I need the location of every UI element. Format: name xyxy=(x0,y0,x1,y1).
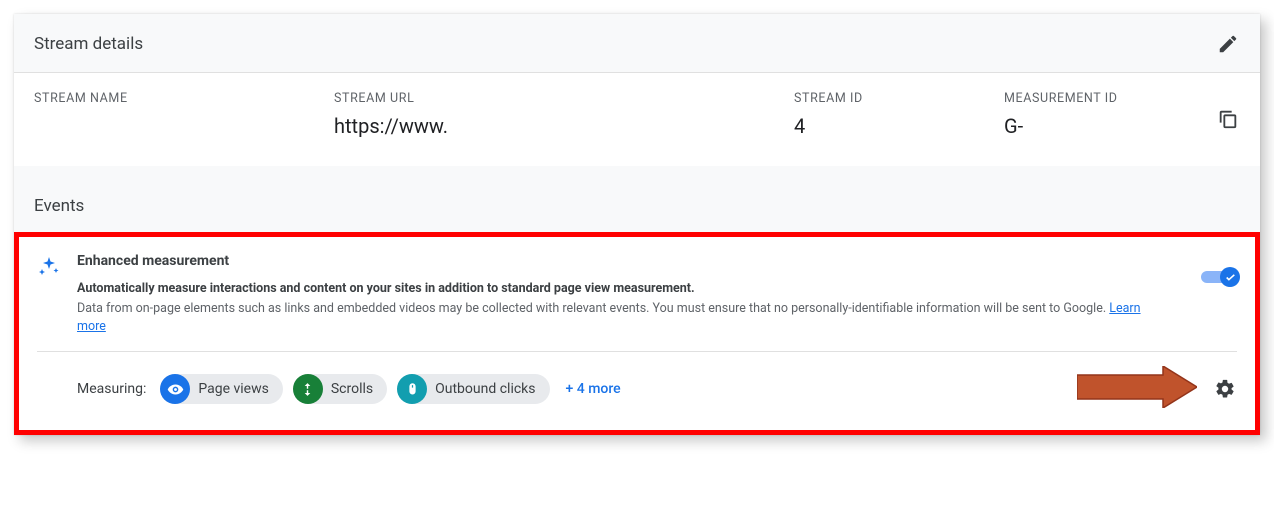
stream-details-title: Stream details xyxy=(34,34,143,54)
events-title: Events xyxy=(34,196,84,216)
edit-icon[interactable] xyxy=(1216,32,1240,56)
chip-outbound-clicks: Outbound clicks xyxy=(397,374,549,404)
chip-scrolls-label: Scrolls xyxy=(331,381,373,397)
measuring-row: Measuring: Page views Scrolls Outbound c… xyxy=(37,352,1237,418)
eye-icon xyxy=(160,374,190,404)
copy-icon[interactable] xyxy=(1216,107,1240,131)
measuring-label: Measuring: xyxy=(77,381,146,397)
measurement-id-value: G- xyxy=(1004,114,1118,138)
more-chips-link[interactable]: + 4 more xyxy=(566,381,621,397)
callout-arrow xyxy=(1077,366,1197,412)
stream-id-label: STREAM ID xyxy=(794,91,1004,106)
mouse-icon xyxy=(397,374,427,404)
enhanced-measurement-description: Data from on-page elements such as links… xyxy=(77,300,1169,335)
enhanced-measurement-subtitle: Automatically measure interactions and c… xyxy=(77,281,1169,296)
chip-page-views-label: Page views xyxy=(198,381,269,397)
sparkle-icon xyxy=(37,253,65,283)
gear-icon[interactable] xyxy=(1213,377,1237,401)
chip-page-views: Page views xyxy=(160,374,283,404)
chip-scrolls: Scrolls xyxy=(293,374,387,404)
enhanced-measurement-card: Enhanced measurement Automatically measu… xyxy=(14,232,1260,435)
chip-outbound-clicks-label: Outbound clicks xyxy=(435,381,535,397)
stream-details-header: Stream details xyxy=(14,14,1260,73)
events-header: Events xyxy=(14,178,1260,232)
stream-url-value: https://www. xyxy=(334,114,794,138)
stream-details-body: STREAM NAME STREAM URL https://www. STRE… xyxy=(14,73,1260,166)
enhanced-measurement-toggle[interactable] xyxy=(1201,267,1237,287)
scroll-icon xyxy=(293,374,323,404)
measurement-id-label: MEASUREMENT ID xyxy=(1004,91,1118,106)
enhanced-measurement-description-text: Data from on-page elements such as links… xyxy=(77,301,1109,316)
stream-url-label: STREAM URL xyxy=(334,91,794,106)
enhanced-measurement-title: Enhanced measurement xyxy=(77,253,1169,269)
stream-name-label: STREAM NAME xyxy=(34,91,334,106)
stream-id-value: 4 xyxy=(794,114,1004,138)
